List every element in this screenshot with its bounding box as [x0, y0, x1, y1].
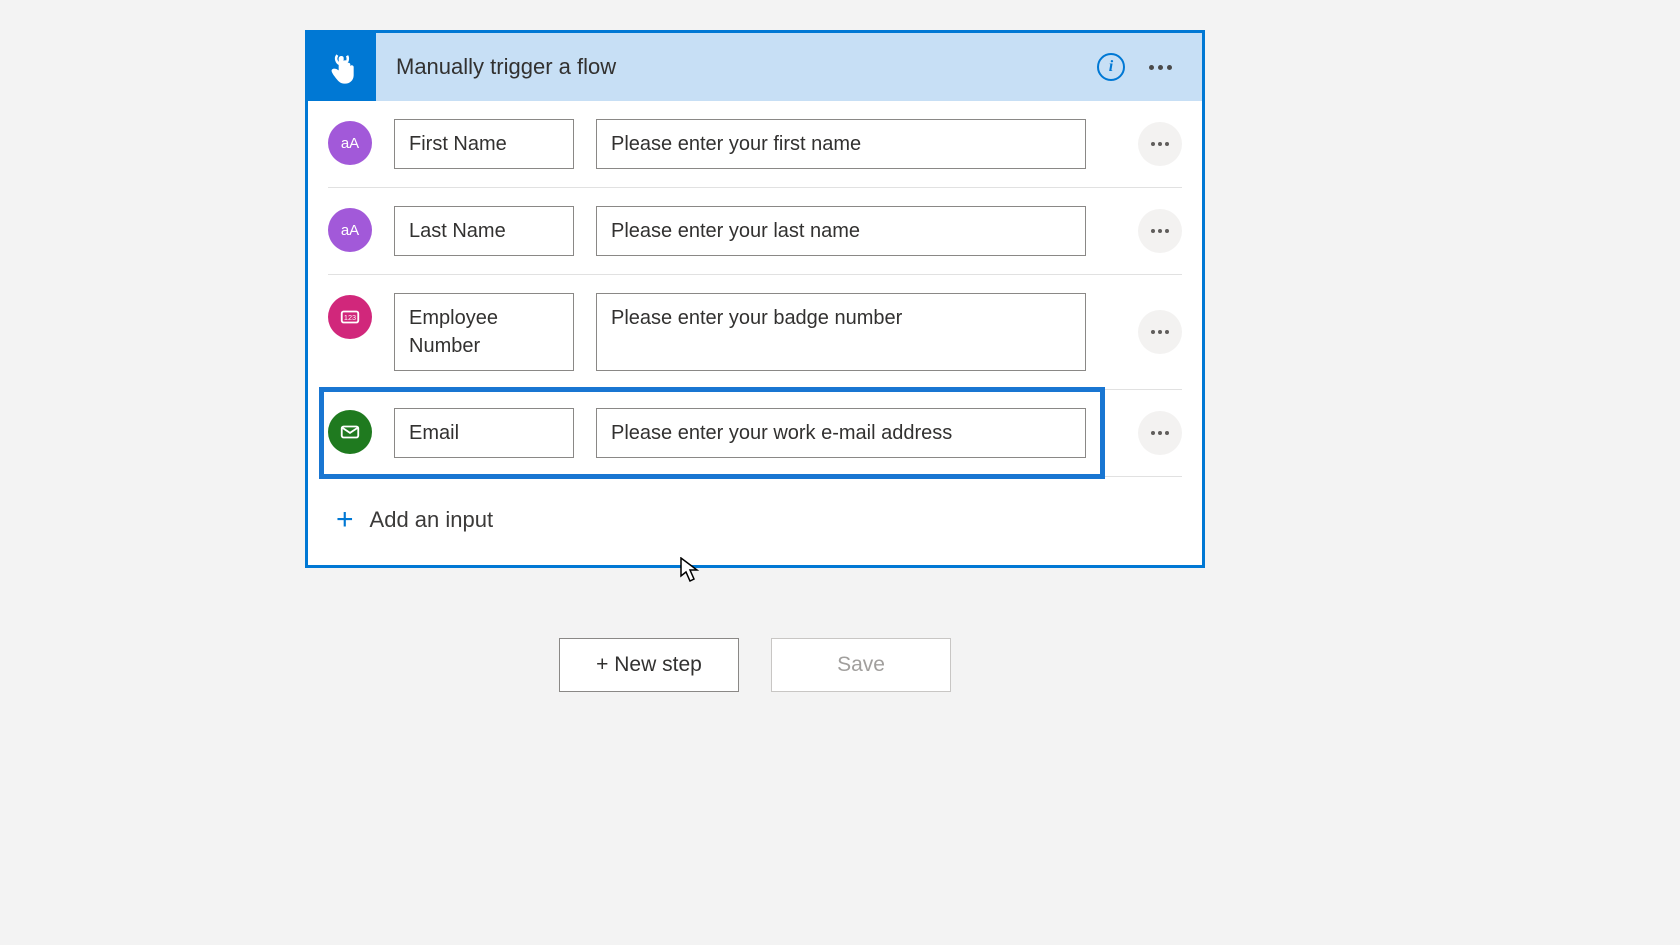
svg-text:123: 123 [344, 313, 356, 322]
plus-icon: + [336, 505, 354, 535]
number-type-icon: 123 [328, 295, 372, 339]
input-description-field[interactable] [596, 293, 1086, 371]
text-type-icon: aA [328, 121, 372, 165]
input-row-employee-number: 123 [328, 275, 1182, 389]
manual-trigger-icon [308, 33, 376, 101]
trigger-body: aA aA [308, 101, 1202, 565]
add-input-label: Add an input [370, 507, 494, 533]
trigger-card: Manually trigger a flow i aA [305, 30, 1205, 568]
input-description-field[interactable] [596, 206, 1086, 256]
input-description-field[interactable] [596, 408, 1086, 458]
input-row-first-name: aA [328, 101, 1182, 187]
input-row-last-name: aA [328, 188, 1182, 274]
input-row-menu-button[interactable] [1138, 310, 1182, 354]
input-name-field[interactable] [394, 119, 574, 169]
new-step-button[interactable]: + New step [559, 638, 739, 692]
input-name-field[interactable] [394, 293, 574, 371]
trigger-title: Manually trigger a flow [376, 54, 1097, 80]
input-row-menu-button[interactable] [1138, 411, 1182, 455]
input-name-field[interactable] [394, 206, 574, 256]
trigger-menu-button[interactable] [1143, 59, 1178, 76]
email-type-icon [328, 410, 372, 454]
text-type-icon: aA [328, 208, 372, 252]
add-input-button[interactable]: + Add an input [328, 477, 1182, 565]
save-button: Save [771, 638, 951, 692]
input-row-menu-button[interactable] [1138, 209, 1182, 253]
info-icon[interactable]: i [1097, 53, 1125, 81]
input-description-field[interactable] [596, 119, 1086, 169]
input-row-menu-button[interactable] [1138, 122, 1182, 166]
input-row-email [322, 390, 1102, 476]
input-name-field[interactable] [394, 408, 574, 458]
trigger-header: Manually trigger a flow i [308, 33, 1202, 101]
footer-actions: + New step Save [305, 638, 1205, 692]
